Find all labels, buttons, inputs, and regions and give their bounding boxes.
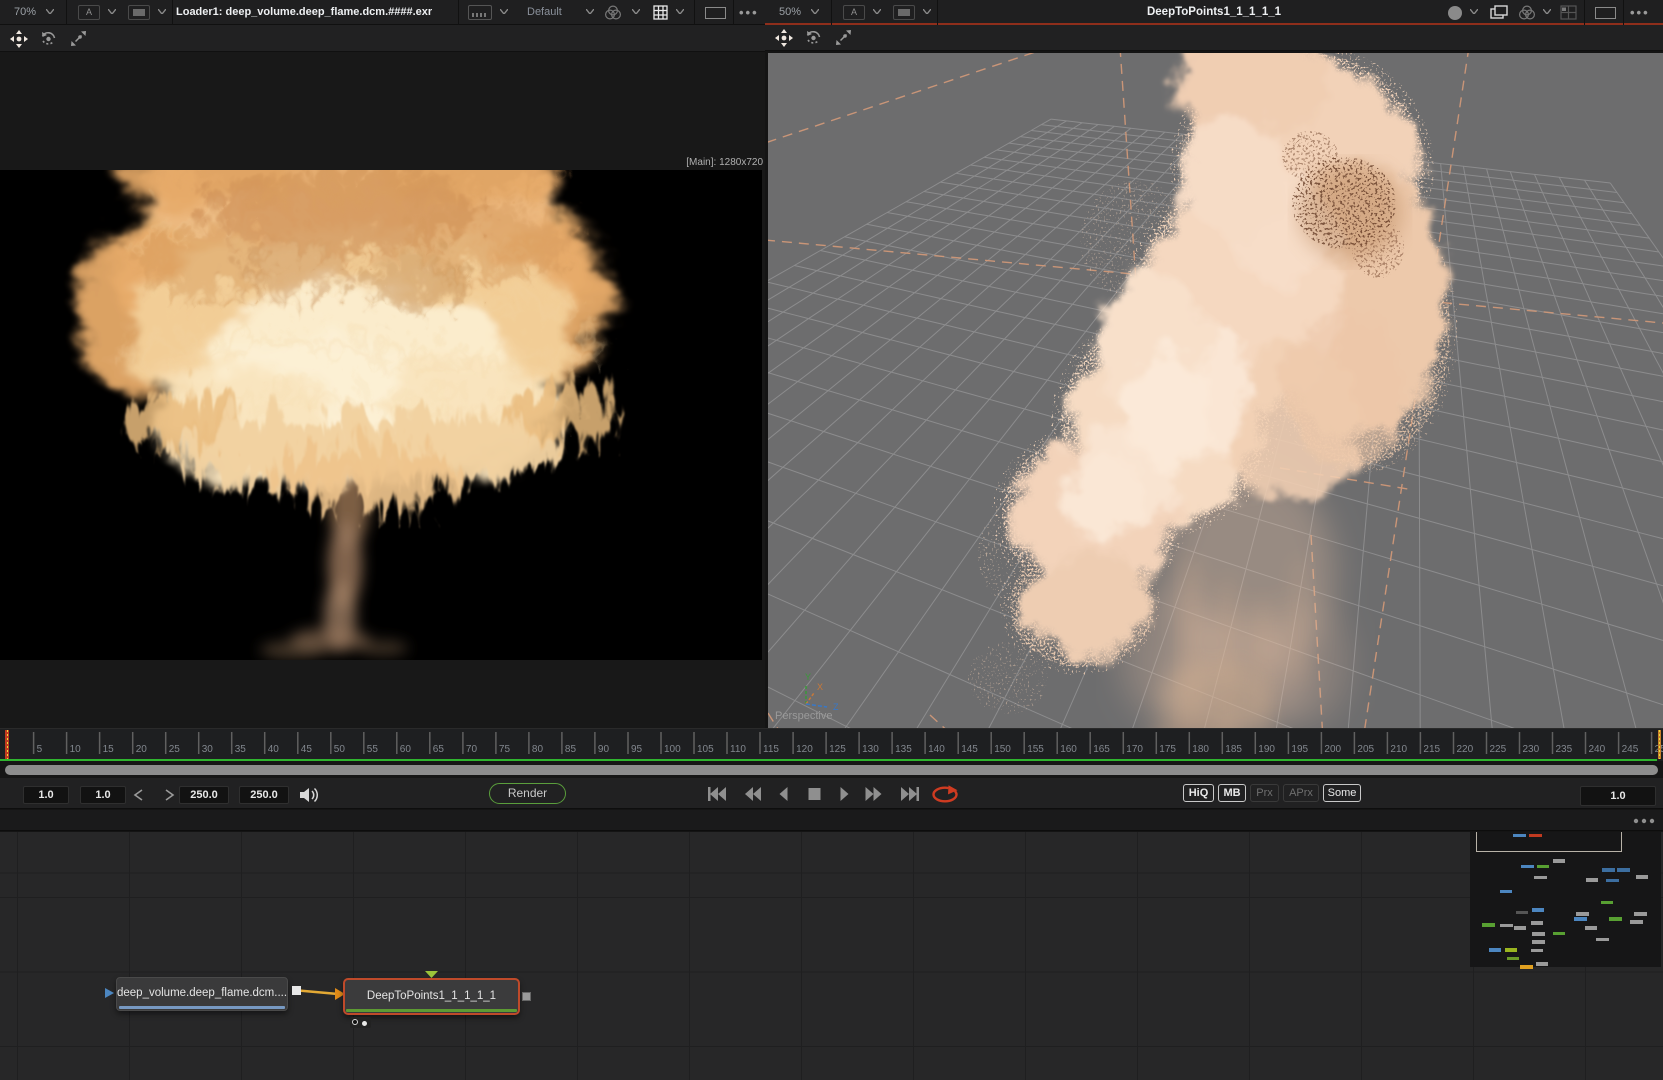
svg-text:150: 150 bbox=[994, 744, 1011, 755]
svg-text:55: 55 bbox=[367, 744, 379, 755]
svg-text:Perspective: Perspective bbox=[775, 710, 832, 722]
svg-text:35: 35 bbox=[235, 744, 247, 755]
svg-text:25: 25 bbox=[169, 744, 181, 755]
svg-text:90: 90 bbox=[598, 744, 610, 755]
svg-text:5: 5 bbox=[37, 744, 43, 755]
svg-text:200: 200 bbox=[1324, 744, 1341, 755]
svg-text:160: 160 bbox=[1060, 744, 1077, 755]
svg-text:190: 190 bbox=[1258, 744, 1275, 755]
svg-text:240: 240 bbox=[1589, 744, 1606, 755]
svg-text:10: 10 bbox=[70, 744, 82, 755]
svg-text:195: 195 bbox=[1291, 744, 1308, 755]
svg-text:210: 210 bbox=[1390, 744, 1407, 755]
svg-text:140: 140 bbox=[928, 744, 945, 755]
svg-text:165: 165 bbox=[1093, 744, 1110, 755]
svg-text:180: 180 bbox=[1192, 744, 1209, 755]
svg-text:100: 100 bbox=[664, 744, 681, 755]
svg-text:60: 60 bbox=[400, 744, 412, 755]
svg-text:225: 225 bbox=[1490, 744, 1507, 755]
svg-text:Z: Z bbox=[833, 702, 839, 712]
svg-text:170: 170 bbox=[1126, 744, 1143, 755]
svg-text:70: 70 bbox=[466, 744, 478, 755]
svg-text:155: 155 bbox=[1027, 744, 1044, 755]
svg-text:Y: Y bbox=[805, 672, 811, 682]
svg-text:130: 130 bbox=[862, 744, 879, 755]
svg-text:245: 245 bbox=[1622, 744, 1639, 755]
svg-text:75: 75 bbox=[499, 744, 511, 755]
svg-text:95: 95 bbox=[631, 744, 643, 755]
svg-text:215: 215 bbox=[1423, 744, 1440, 755]
svg-text:110: 110 bbox=[730, 744, 746, 755]
svg-text:80: 80 bbox=[532, 744, 544, 755]
svg-text:50: 50 bbox=[334, 744, 346, 755]
svg-text:120: 120 bbox=[796, 744, 813, 755]
svg-text:230: 230 bbox=[1523, 744, 1540, 755]
svg-text:20: 20 bbox=[136, 744, 148, 755]
svg-text:65: 65 bbox=[433, 744, 445, 755]
svg-text:X: X bbox=[817, 682, 823, 692]
svg-text:30: 30 bbox=[202, 744, 214, 755]
svg-text:40: 40 bbox=[268, 744, 280, 755]
svg-text:45: 45 bbox=[301, 744, 313, 755]
svg-text:135: 135 bbox=[895, 744, 912, 755]
svg-text:185: 185 bbox=[1225, 744, 1242, 755]
svg-text:205: 205 bbox=[1357, 744, 1374, 755]
svg-text:105: 105 bbox=[697, 744, 714, 755]
svg-text:175: 175 bbox=[1159, 744, 1176, 755]
svg-text:15: 15 bbox=[103, 744, 115, 755]
svg-text:235: 235 bbox=[1556, 744, 1573, 755]
svg-text:145: 145 bbox=[961, 744, 978, 755]
svg-text:115: 115 bbox=[763, 744, 779, 755]
svg-text:125: 125 bbox=[829, 744, 846, 755]
svg-text:220: 220 bbox=[1457, 744, 1474, 755]
svg-text:85: 85 bbox=[565, 744, 577, 755]
